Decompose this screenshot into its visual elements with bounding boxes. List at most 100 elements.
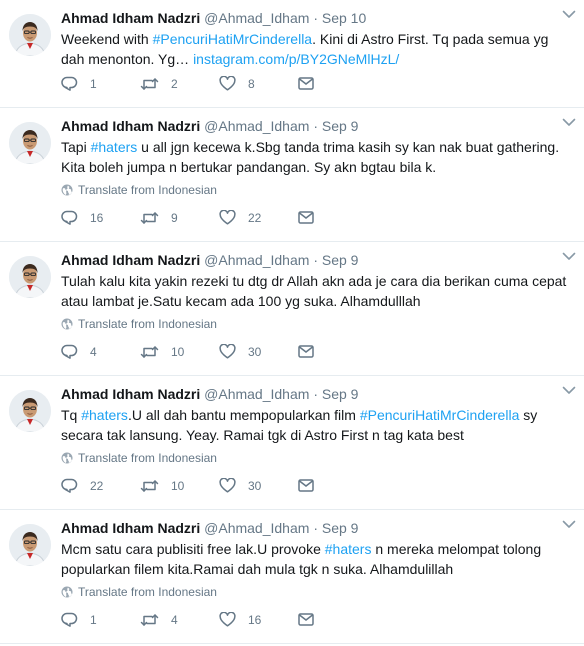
- avatar[interactable]: [9, 122, 51, 164]
- tweet-date[interactable]: Sep 9: [322, 118, 359, 134]
- retweet-button[interactable]: 2: [140, 77, 219, 91]
- tweet-actions: 22 10 30: [61, 478, 377, 493]
- author-handle[interactable]: @Ahmad_Idham: [204, 252, 309, 268]
- like-count: 22: [248, 210, 262, 225]
- tweet-text-segment: Mcm satu cara publisiti free lak.U provo…: [61, 541, 325, 557]
- like-button[interactable]: 22: [219, 210, 298, 225]
- reply-button[interactable]: 4: [61, 344, 140, 359]
- tweet-actions: 1 2 8: [61, 76, 377, 91]
- reply-icon: [61, 478, 90, 493]
- avatar[interactable]: [9, 390, 51, 432]
- heart-icon: [219, 76, 248, 91]
- retweet-button[interactable]: 10: [140, 479, 219, 493]
- tweet-header: Ahmad Idham Nadzri @Ahmad_Idham · Sep 9: [61, 518, 568, 538]
- tweet-date[interactable]: Sep 9: [322, 386, 359, 402]
- separator-dot: ·: [313, 10, 318, 26]
- reply-button[interactable]: 22: [61, 478, 140, 493]
- tweet[interactable]: Ahmad Idham Nadzri @Ahmad_Idham · Sep 9 T…: [0, 108, 584, 242]
- tweet-date[interactable]: Sep 9: [322, 252, 359, 268]
- retweet-button[interactable]: 9: [140, 211, 219, 225]
- heart-icon: [219, 210, 248, 225]
- avatar[interactable]: [9, 256, 51, 298]
- like-button[interactable]: 30: [219, 478, 298, 493]
- hashtag-link[interactable]: #haters: [81, 407, 128, 423]
- translate-label: Translate from Indonesian: [78, 317, 217, 331]
- retweet-count: 4: [171, 612, 178, 627]
- tweet-content: Ahmad Idham Nadzri @Ahmad_Idham · Sep 10…: [61, 8, 568, 69]
- tweet-date[interactable]: Sep 10: [322, 10, 366, 26]
- reply-count: 1: [90, 612, 97, 627]
- retweet-button[interactable]: 10: [140, 345, 219, 359]
- globe-icon: [61, 452, 73, 464]
- retweet-count: 10: [171, 344, 185, 359]
- author-handle[interactable]: @Ahmad_Idham: [204, 520, 309, 536]
- reply-count: 22: [90, 478, 104, 493]
- author-name[interactable]: Ahmad Idham Nadzri: [61, 520, 200, 536]
- tweet-header: Ahmad Idham Nadzri @Ahmad_Idham · Sep 9: [61, 116, 568, 136]
- globe-icon: [61, 184, 73, 196]
- tweet[interactable]: Ahmad Idham Nadzri @Ahmad_Idham · Sep 9 T…: [0, 242, 584, 376]
- retweet-count: 10: [171, 478, 185, 493]
- like-count: 8: [248, 76, 255, 91]
- author-handle[interactable]: @Ahmad_Idham: [204, 118, 309, 134]
- reply-icon: [61, 344, 90, 359]
- tweet[interactable]: Ahmad Idham Nadzri @Ahmad_Idham · Sep 9 M…: [0, 510, 584, 644]
- translate-label: Translate from Indonesian: [78, 183, 217, 197]
- separator-dot: ·: [313, 252, 318, 268]
- tweet-text-segment: Tq: [61, 407, 82, 423]
- hashtag-link[interactable]: #haters: [91, 139, 138, 155]
- retweet-icon: [140, 613, 171, 627]
- tweet-text: Tq #haters.U all dah bantu mempopularkan…: [61, 405, 568, 445]
- tweet-text: Tulah kalu kita yakin rezeki tu dtg dr A…: [61, 271, 568, 311]
- translate-link[interactable]: Translate from Indonesian: [61, 450, 568, 466]
- direct-message-button[interactable]: [298, 211, 377, 224]
- tweet[interactable]: Ahmad Idham Nadzri @Ahmad_Idham · Sep 10…: [0, 0, 584, 108]
- reply-button[interactable]: 1: [61, 76, 140, 91]
- separator-dot: ·: [313, 520, 318, 536]
- like-button[interactable]: 16: [219, 612, 298, 627]
- translate-link[interactable]: Translate from Indonesian: [61, 584, 568, 600]
- retweet-count: 2: [171, 76, 178, 91]
- direct-message-button[interactable]: [298, 77, 377, 90]
- author-handle[interactable]: @Ahmad_Idham: [204, 10, 309, 26]
- translate-label: Translate from Indonesian: [78, 451, 217, 465]
- tweet[interactable]: Ahmad Idham Nadzri @Ahmad_Idham · Sep 9T…: [0, 376, 584, 510]
- author-handle[interactable]: @Ahmad_Idham: [204, 386, 309, 402]
- tweet-content: Ahmad Idham Nadzri @Ahmad_Idham · Sep 9 M…: [61, 518, 568, 600]
- retweet-button[interactable]: 4: [140, 613, 219, 627]
- tweet-actions: 4 10 30: [61, 344, 377, 359]
- tweet-date[interactable]: Sep 9: [322, 520, 359, 536]
- hashtag-link[interactable]: #haters: [325, 541, 372, 557]
- hashtag-link[interactable]: #PencuriHatiMrCinderella: [153, 31, 313, 47]
- like-button[interactable]: 30: [219, 344, 298, 359]
- tweet-text-segment: Tulah kalu kita yakin rezeki tu dtg dr A…: [61, 273, 567, 309]
- author-name[interactable]: Ahmad Idham Nadzri: [61, 118, 200, 134]
- translate-link[interactable]: Translate from Indonesian: [61, 316, 568, 332]
- reply-button[interactable]: 1: [61, 612, 140, 627]
- reply-count: 16: [90, 210, 104, 225]
- direct-message-button[interactable]: [298, 345, 377, 358]
- avatar[interactable]: [9, 524, 51, 566]
- heart-icon: [219, 612, 248, 627]
- reply-button[interactable]: 16: [61, 210, 140, 225]
- retweet-icon: [140, 345, 171, 359]
- author-name[interactable]: Ahmad Idham Nadzri: [61, 252, 200, 268]
- direct-message-button[interactable]: [298, 479, 377, 492]
- tweet-text: Weekend with #PencuriHatiMrCinderella. K…: [61, 29, 568, 69]
- author-name[interactable]: Ahmad Idham Nadzri: [61, 386, 200, 402]
- tweet-header: Ahmad Idham Nadzri @Ahmad_Idham · Sep 9: [61, 250, 568, 270]
- avatar[interactable]: [9, 14, 51, 56]
- hashtag-link[interactable]: instagram.com/p/BY2GNeMlHzL/: [193, 51, 399, 67]
- like-button[interactable]: 8: [219, 76, 298, 91]
- direct-message-button[interactable]: [298, 613, 377, 626]
- tweet-content: Ahmad Idham Nadzri @Ahmad_Idham · Sep 9T…: [61, 384, 568, 466]
- like-count: 30: [248, 478, 262, 493]
- reply-count: 4: [90, 344, 97, 359]
- hashtag-link[interactable]: #PencuriHatiMrCinderella: [360, 407, 520, 423]
- envelope-icon: [298, 77, 326, 90]
- reply-count: 1: [90, 76, 97, 91]
- envelope-icon: [298, 613, 326, 626]
- tweet-text-segment: Tapi: [61, 139, 91, 155]
- author-name[interactable]: Ahmad Idham Nadzri: [61, 10, 200, 26]
- translate-link[interactable]: Translate from Indonesian: [61, 182, 568, 198]
